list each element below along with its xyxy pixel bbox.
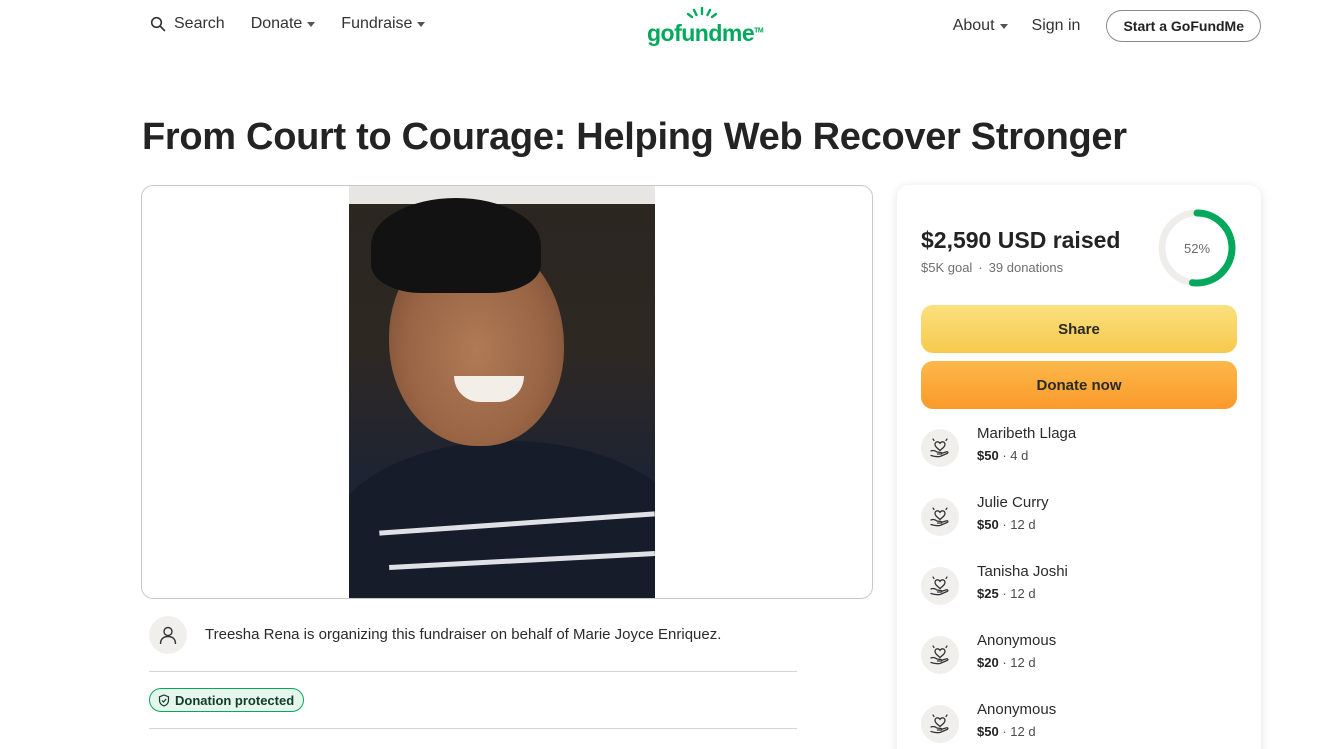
donor-item: Tanisha Joshi $25 · 12 d: [921, 563, 1237, 615]
donor-name: Anonymous: [977, 632, 1057, 649]
donor-item: Maribeth Llaga $50 · 4 d: [921, 425, 1237, 477]
gofundme-logo[interactable]: gofundmeTM: [647, 6, 764, 46]
progress-percent: 52%: [1183, 240, 1211, 256]
chevron-down-icon: [999, 23, 1008, 29]
separator-dot: ·: [998, 586, 1011, 601]
search-label: Search: [174, 15, 225, 32]
separator-dot: ·: [998, 724, 1011, 739]
donation-protected-badge[interactable]: Donation protected: [149, 688, 305, 712]
donor-meta: $50 · 12 d: [977, 517, 1036, 532]
about-menu-label: About: [952, 17, 995, 34]
user-icon: [159, 626, 177, 645]
heart-hand-icon: [930, 576, 949, 596]
organizer-avatar: [149, 616, 187, 654]
donor-avatar: [921, 429, 959, 467]
donor-amount: $25: [977, 586, 999, 601]
donor-meta: $50 · 4 d: [977, 448, 1028, 463]
start-gofundme-button[interactable]: Start a GoFundMe: [1106, 10, 1261, 42]
photo-shirt: [349, 441, 655, 598]
campaign-photo: [349, 186, 655, 598]
amount-raised: $2,590 USD raised: [921, 227, 1121, 253]
donation-panel: $2,590 USD raised $5K goal · 39 donations …: [897, 185, 1261, 749]
nav-left: Search Donate Fundraise: [150, 15, 451, 33]
donor-avatar: [921, 567, 959, 605]
donor-amount: $50: [977, 724, 999, 739]
goal-amount: $5K goal: [921, 260, 973, 275]
donor-item: Anonymous $50 · 12 d: [921, 701, 1237, 749]
separator-dot: ·: [998, 448, 1011, 463]
donate-now-button[interactable]: Donate now: [921, 361, 1237, 409]
chevron-down-icon: [417, 21, 426, 27]
donor-time: 12 d: [1010, 655, 1036, 670]
heart-hand-icon: [930, 438, 949, 458]
donor-avatar: [921, 498, 959, 536]
heart-hand-icon: [930, 645, 949, 665]
donor-meta: $20 · 12 d: [977, 655, 1036, 670]
donor-item: Anonymous $20 · 12 d: [921, 632, 1237, 684]
sign-in-link[interactable]: Sign in: [1032, 17, 1081, 35]
donor-time: 12 d: [1010, 517, 1036, 532]
fundraise-menu[interactable]: Fundraise: [341, 15, 426, 33]
heart-hand-icon: [930, 714, 949, 734]
donor-amount: $20: [977, 655, 999, 670]
organizer-text: Treesha Rena is organizing this fundrais…: [205, 626, 722, 643]
photo-hair: [371, 198, 541, 293]
donor-time: 12 d: [1010, 724, 1036, 739]
search-button[interactable]: Search: [150, 15, 225, 33]
donate-menu-label: Donate: [250, 15, 303, 32]
donor-name: Anonymous: [977, 701, 1057, 718]
search-icon: [150, 16, 166, 32]
page-title: From Court to Courage: Helping Web Recov…: [142, 116, 1127, 158]
goal-summary: $5K goal · 39 donations: [921, 260, 1063, 275]
logo-text: gofundmeTM: [647, 20, 764, 46]
donor-amount: $50: [977, 448, 999, 463]
donation-count: 39 donations: [988, 260, 1064, 275]
heart-hand-icon: [930, 507, 949, 527]
separator-dot: ·: [998, 655, 1011, 670]
donation-protected-label: Donation protected: [175, 692, 295, 708]
chevron-down-icon: [307, 21, 316, 27]
donor-name: Maribeth Llaga: [977, 425, 1077, 442]
organizer-row: Treesha Rena is organizing this fundrais…: [149, 616, 797, 672]
donor-meta: $50 · 12 d: [977, 724, 1036, 739]
donor-item: Julie Curry $50 · 12 d: [921, 494, 1237, 546]
about-menu[interactable]: About: [953, 17, 1008, 35]
donor-meta: $25 · 12 d: [977, 586, 1036, 601]
donor-avatar: [921, 705, 959, 743]
photo-background: [349, 186, 655, 204]
donor-avatar: [921, 636, 959, 674]
donor-time: 12 d: [1010, 586, 1036, 601]
separator-dot: ·: [998, 517, 1011, 532]
share-button[interactable]: Share: [921, 305, 1237, 353]
donor-name: Julie Curry: [977, 494, 1049, 511]
nav-right: About Sign in Start a GoFundMe: [953, 10, 1261, 42]
donor-time: 4 d: [1010, 448, 1029, 463]
top-nav: Search Donate Fundraise gofundmeTM About: [0, 0, 1329, 50]
campaign-image-card[interactable]: [141, 185, 873, 599]
donate-menu[interactable]: Donate: [251, 15, 316, 33]
fundraise-menu-label: Fundraise: [341, 15, 413, 32]
donor-name: Tanisha Joshi: [977, 563, 1068, 580]
separator-dot: ·: [978, 260, 983, 275]
shield-icon: [158, 693, 170, 707]
donor-amount: $50: [977, 517, 999, 532]
protection-row: Donation protected: [149, 672, 797, 729]
